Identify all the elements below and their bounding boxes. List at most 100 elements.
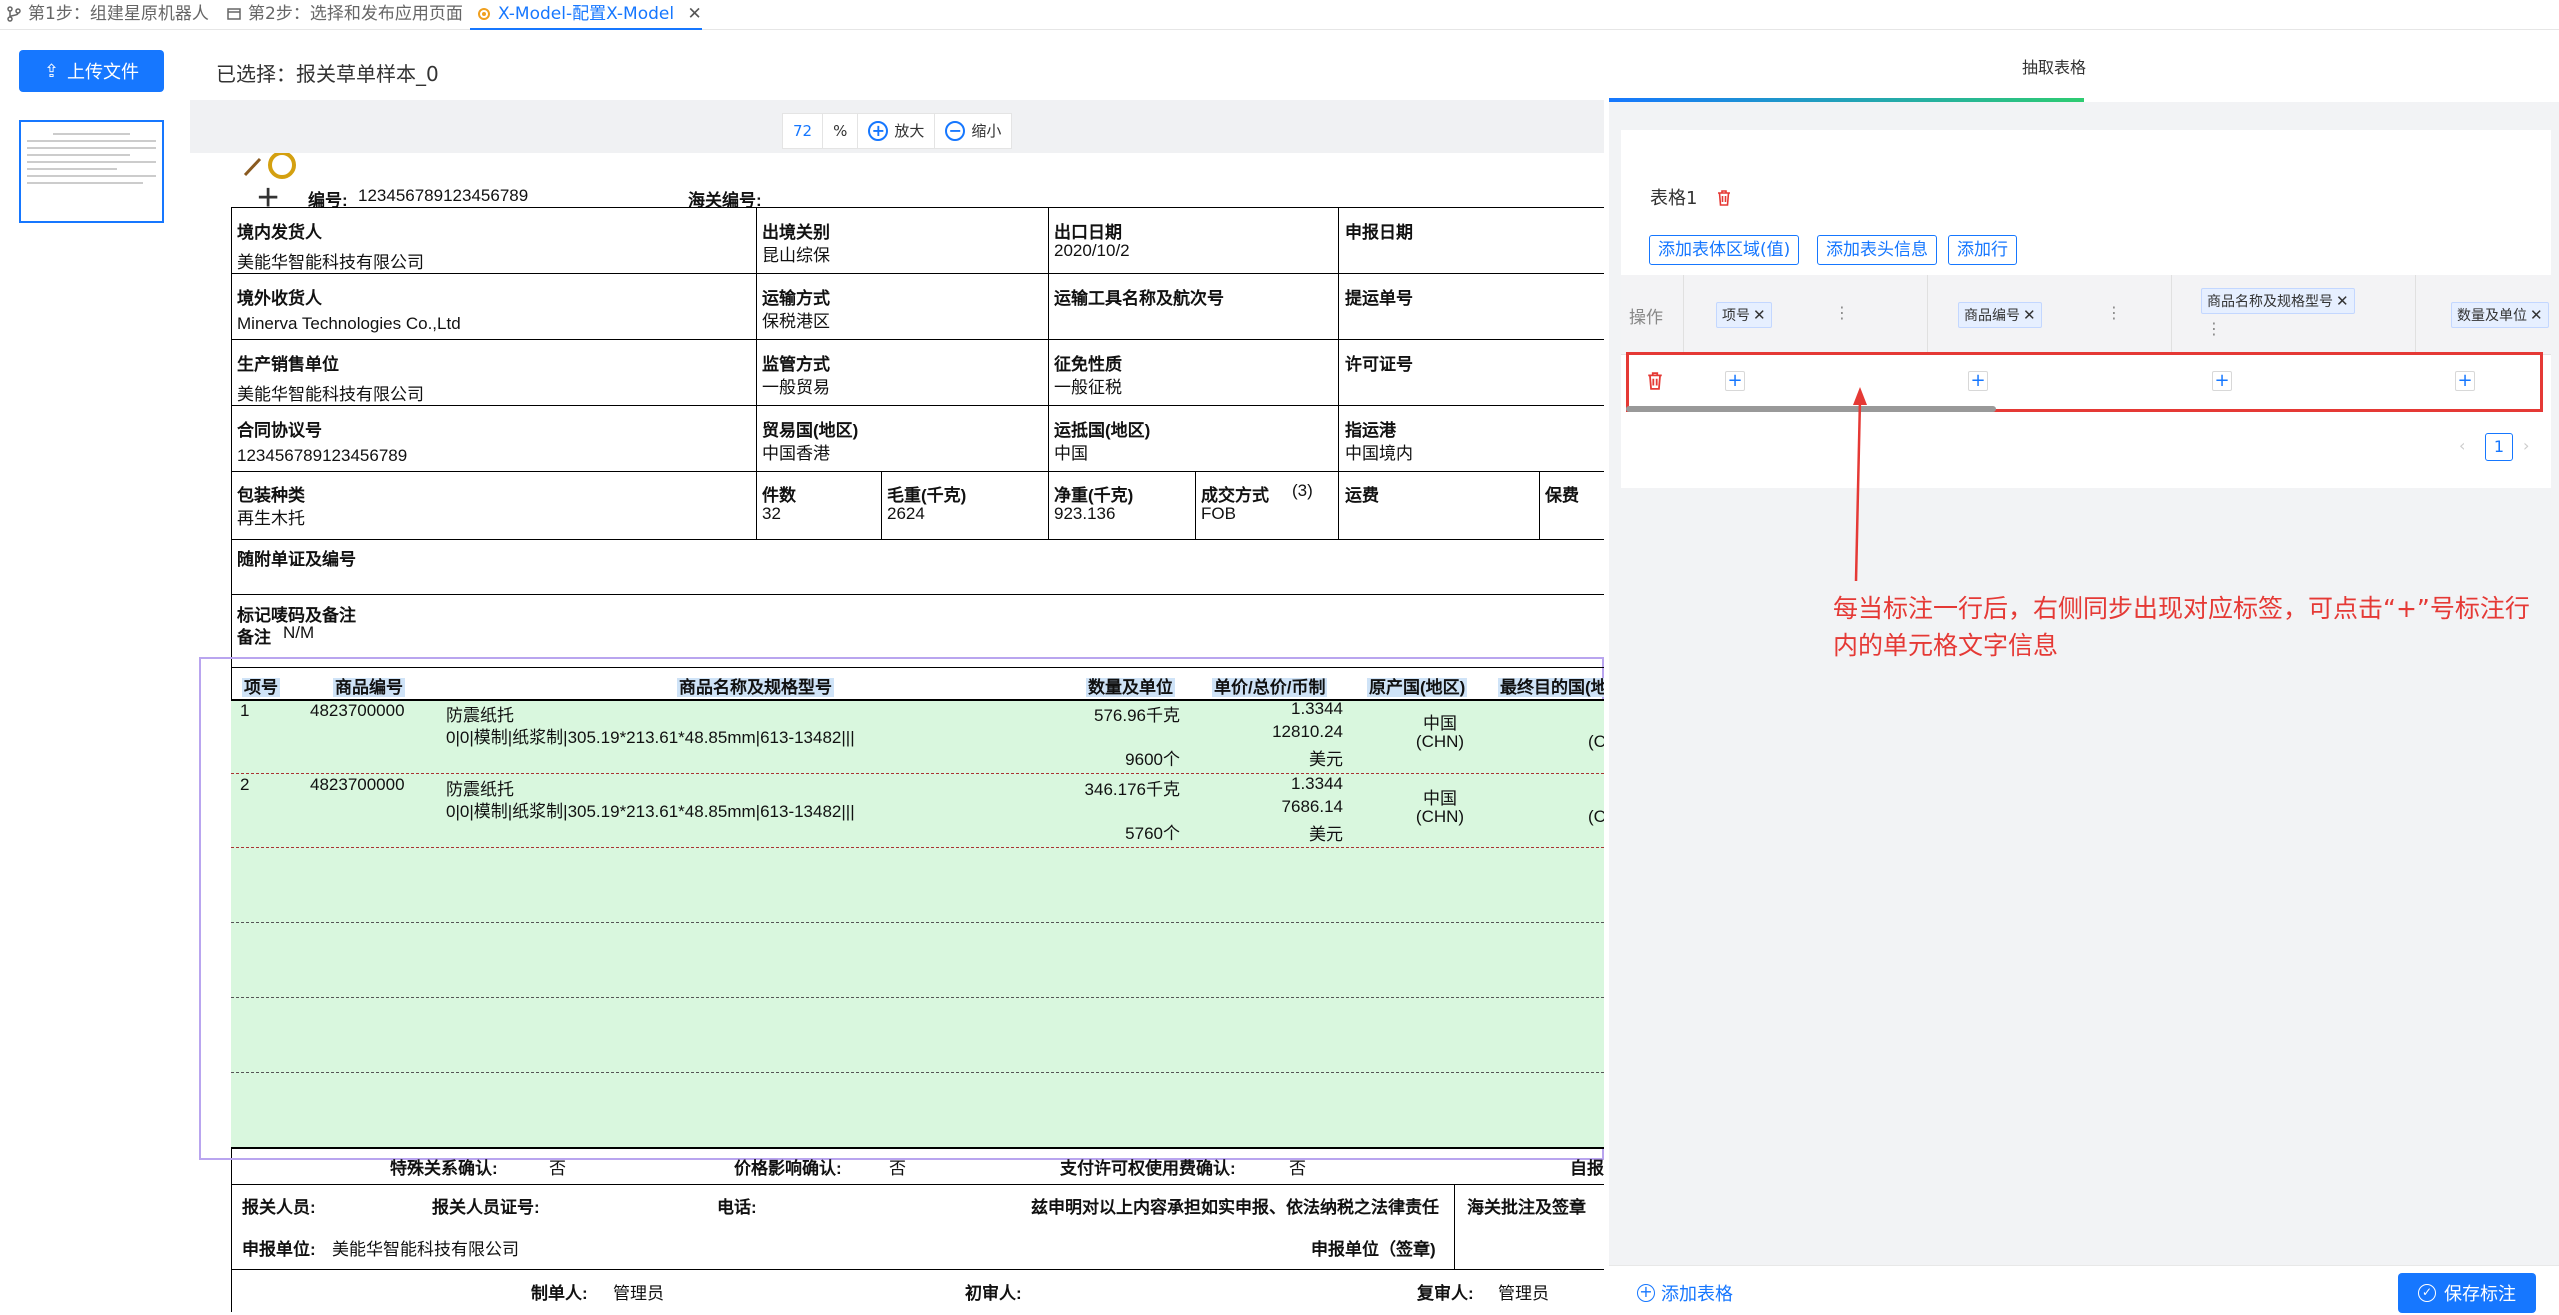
- header-text: 原产国(地区): [1367, 678, 1468, 697]
- top-tab-bar: 第1步：组建星原机器人 第2步：选择和发布应用页面 X-Model-配置X-Mo…: [0, 0, 2559, 30]
- table-name: 表格1: [1650, 188, 1698, 209]
- add-cell-button[interactable]: +: [1725, 371, 1745, 391]
- doc-no-value: 123456789123456789: [358, 186, 529, 205]
- row-divider: [231, 922, 1604, 923]
- goods-cell-total: 7686.14: [1281, 797, 1343, 816]
- row-divider: [231, 847, 1604, 848]
- pieces-value: 32: [762, 504, 781, 523]
- add-cell-button[interactable]: +: [1968, 371, 1988, 391]
- add-cell-button[interactable]: +: [2212, 371, 2232, 391]
- trash-icon[interactable]: [1717, 190, 1731, 206]
- add-cell-button[interactable]: +: [2455, 371, 2475, 391]
- close-icon[interactable]: ✕: [688, 4, 702, 24]
- upload-file-button[interactable]: ⇪ 上传文件: [19, 50, 164, 92]
- goods-header-price: 单价/总价/币制: [1212, 673, 1328, 698]
- minus-circle-icon: −: [945, 121, 966, 141]
- declare-date-label: 申报日期: [1345, 223, 1413, 242]
- pieces-label: 件数: [762, 486, 796, 505]
- page-list-panel: ⇪ 上传文件: [0, 30, 190, 1315]
- trade-country-label: 贸易国(地区): [762, 421, 859, 440]
- next-page-icon[interactable]: ›: [2523, 436, 2529, 455]
- goods-header-origin: 原产国(地区): [1367, 673, 1468, 698]
- thumbnail-line: [27, 161, 156, 163]
- goods-cell-currency: 美元: [1309, 750, 1343, 769]
- net-weight-value: 923.136: [1054, 504, 1116, 523]
- zoom-value[interactable]: 72: [783, 113, 824, 149]
- remove-icon[interactable]: ✕: [2023, 306, 2036, 324]
- column-chip[interactable]: 项号 ✕: [1716, 302, 1772, 328]
- annotated-rows-area[interactable]: [231, 701, 1604, 1149]
- save-annotation-button[interactable]: ✓ 保存标注: [2398, 1273, 2536, 1313]
- remove-icon[interactable]: ✕: [2336, 292, 2349, 310]
- declarant-label: 报关人员:: [242, 1198, 316, 1217]
- customs-declaration-document: + 编号: 123456789123456789 海关编号: 境内发货人 美能华…: [190, 153, 1604, 1315]
- active-tab-underline: [1609, 98, 2084, 102]
- column-chip[interactable]: 商品编号 ✕: [1958, 302, 2042, 328]
- consignee-value: Minerva Technologies Co.,Ltd: [237, 314, 461, 333]
- goods-header-dest: 最终目的国(地: [1498, 673, 1604, 698]
- goods-cell-origin-code: (CHN): [1415, 807, 1465, 826]
- remove-icon[interactable]: ✕: [2530, 306, 2543, 324]
- exit-customs-value: 昆山综保: [762, 246, 830, 265]
- column-chip[interactable]: 数量及单位 ✕: [2451, 302, 2549, 328]
- special-relation-label: 特殊关系确认:: [390, 1159, 498, 1178]
- column-chip[interactable]: 商品名称及规格型号 ✕: [2201, 288, 2355, 314]
- export-date-value: 2020/10/2: [1054, 241, 1130, 260]
- grid-line: [756, 207, 757, 539]
- more-icon[interactable]: ⋮: [2206, 319, 2222, 338]
- tab-extract-table[interactable]: 抽取表格: [1814, 54, 2294, 78]
- page-thumbnail[interactable]: [19, 120, 164, 223]
- tab-label: 第2步：选择和发布应用页面: [248, 4, 463, 24]
- tab-label: X-Model-配置X-Model: [498, 4, 675, 24]
- grid-line: [1338, 207, 1339, 539]
- page-number-button[interactable]: 1: [2485, 433, 2513, 461]
- statement-text: 兹申明对以上内容承担如实申报、依法纳税之法律责任: [1031, 1198, 1439, 1217]
- add-table-button[interactable]: + 添加表格: [1637, 1280, 1733, 1306]
- extraction-panel: 抽取表格 表格1 添加表体区域(值) 添加表头信息 添加行 操作 项号 ✕ ⋮ 商…: [1609, 30, 2559, 1315]
- zoom-out-button[interactable]: − 缩小: [935, 113, 1011, 149]
- goods-header-name: 商品名称及规格型号: [677, 673, 834, 698]
- grid-line: [231, 207, 1604, 208]
- goods-cell-dest: (C: [1588, 732, 1604, 751]
- export-date-label: 出口日期: [1054, 223, 1122, 242]
- prev-page-icon[interactable]: ‹: [2459, 436, 2465, 455]
- table-card: 表格1 添加表体区域(值) 添加表头信息 添加行 操作 项号 ✕ ⋮ 商品编号 ✕ …: [1621, 130, 2551, 488]
- more-icon[interactable]: ⋮: [1834, 303, 1850, 322]
- tab-step1[interactable]: 第1步：组建星原机器人: [0, 0, 209, 30]
- tab-step2[interactable]: 第2步：选择和发布应用页面: [220, 0, 463, 30]
- arrival-country-value: 中国: [1054, 444, 1088, 463]
- goods-header-code: 商品编号: [333, 673, 405, 698]
- delete-row-icon[interactable]: [1647, 372, 1663, 390]
- remove-icon[interactable]: ✕: [1753, 306, 1766, 324]
- goods-cell-total: 12810.24: [1272, 722, 1343, 741]
- contract-label: 合同协议号: [237, 421, 322, 440]
- save-label: 保存标注: [2444, 1284, 2516, 1305]
- declarant-no-label: 报关人员证号:: [432, 1198, 540, 1217]
- tab-xmodel[interactable]: X-Model-配置X-Model ✕: [470, 0, 702, 30]
- price-impact-value: 否: [889, 1159, 906, 1178]
- add-row-button[interactable]: 添加行: [1948, 235, 2017, 265]
- zoom-in-label: 放大: [894, 122, 925, 140]
- more-icon[interactable]: ⋮: [2106, 303, 2122, 322]
- column-divider: [1683, 275, 1684, 355]
- gross-weight-value: 2624: [887, 504, 925, 523]
- goods-cell-code: 4823700000: [310, 701, 405, 720]
- grid-line: [231, 471, 1604, 472]
- grid-line: [231, 405, 1604, 406]
- tax-nature-label: 征免性质: [1054, 355, 1122, 374]
- horizontal-scrollbar[interactable]: [1626, 406, 1996, 412]
- deal-mode-value: FOB: [1201, 504, 1236, 523]
- goods-cell-no: 2: [240, 775, 250, 794]
- grid-line: [231, 1269, 1604, 1270]
- add-header-info-button[interactable]: 添加表头信息: [1817, 235, 1937, 265]
- plus-circle-icon: +: [1637, 1284, 1655, 1302]
- goods-cell-code: 4823700000: [310, 775, 405, 794]
- grid-line: [231, 539, 1604, 540]
- header-text: 单价/总价/币制: [1212, 678, 1328, 697]
- self-report-label: 自报: [1570, 1159, 1604, 1178]
- grid-line: [881, 471, 882, 539]
- add-body-region-button[interactable]: 添加表体区域(值): [1649, 235, 1800, 265]
- zoom-unit: %: [823, 113, 859, 149]
- zoom-in-button[interactable]: + 放大: [858, 113, 936, 149]
- tax-nature-value: 一般征税: [1054, 378, 1122, 397]
